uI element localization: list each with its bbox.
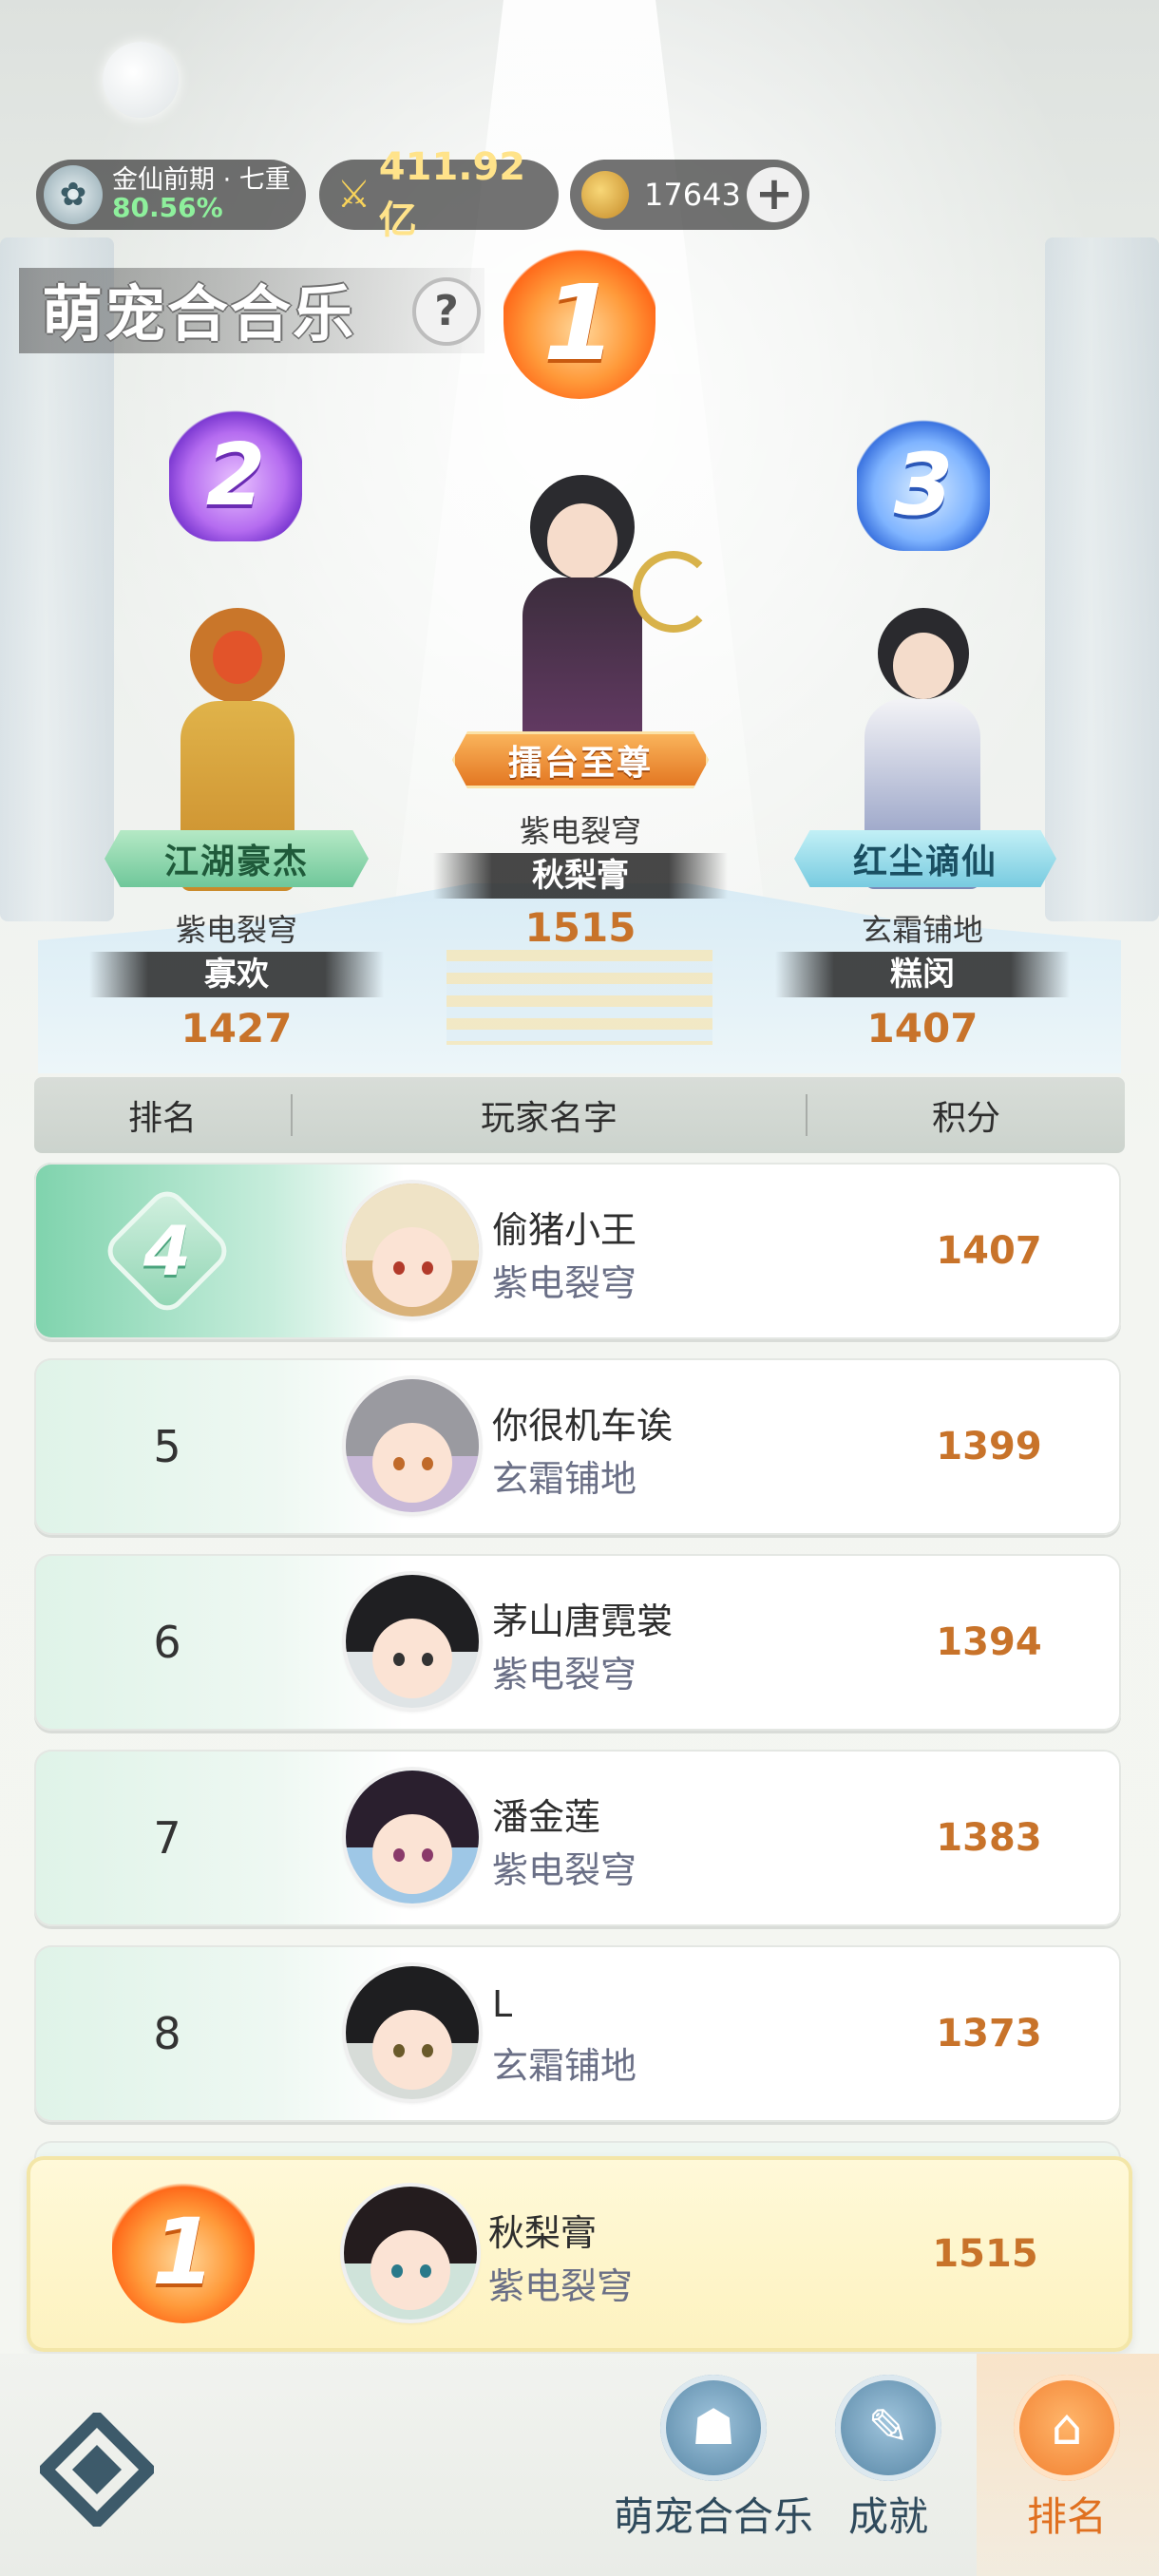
rank-3-score: 1407 — [866, 1005, 978, 1051]
rank-2-score: 1427 — [180, 1005, 293, 1051]
page-title: 萌宠合合乐 — [42, 280, 355, 350]
row-rank: 6 — [153, 1617, 181, 1668]
tab-achievements[interactable]: ✎ 成就 — [817, 2375, 960, 2543]
avatar[interactable] — [346, 1575, 479, 1708]
row-rank: 7 — [153, 1812, 181, 1864]
moon-orb — [103, 42, 179, 118]
currency-amount: 17643 — [644, 177, 741, 213]
avatar[interactable] — [346, 1966, 479, 2099]
table-row[interactable]: 8 L 玄霜铺地 1373 — [34, 1945, 1121, 2122]
rank-1-character[interactable] — [475, 465, 714, 769]
rank-3-title-ribbon: 红尘谪仙 — [794, 830, 1056, 887]
row-rank: 4 — [34, 1163, 300, 1339]
back-diamond-icon[interactable] — [40, 2413, 154, 2527]
player-server: 紫电裂穹 — [492, 1262, 637, 1304]
pillar-right — [1045, 237, 1159, 921]
rank-2-badge: 2 — [169, 408, 302, 541]
player-name: 你很机车诶 — [492, 1405, 674, 1447]
rank-1-badge: 1 — [504, 247, 656, 399]
rank-1-server: 紫电裂穹 — [519, 813, 641, 849]
avatar[interactable] — [346, 1184, 479, 1316]
player-server: 紫电裂穹 — [492, 1849, 637, 1891]
currency-chip[interactable]: 17643 + — [570, 160, 809, 230]
header-score: 积分 — [931, 1099, 1000, 1138]
palace-icon: ⌂ — [1014, 2375, 1120, 2481]
player-name: 茅山唐霓裳 — [492, 1601, 674, 1642]
help-button[interactable]: ? — [412, 277, 481, 346]
header-player: 玩家名字 — [480, 1099, 618, 1138]
rank-2-server: 紫电裂穹 — [175, 912, 297, 948]
rank-1-score: 1515 — [524, 904, 636, 951]
my-player-name: 秋梨膏 — [488, 2212, 598, 2254]
player-name: 偷猪小王 — [492, 1209, 637, 1251]
rank-2-name: 寡欢 — [89, 952, 384, 997]
table-row[interactable]: 7 潘金莲 紫电裂穹 1383 — [34, 1750, 1121, 1926]
mask-icon: ☗ — [660, 2375, 767, 2481]
combat-power-chip[interactable]: ⚔ 411.92亿 — [319, 145, 559, 242]
my-player-server: 紫电裂穹 — [488, 2265, 634, 2307]
player-score: 1383 — [936, 1816, 1042, 1860]
table-row[interactable]: 5 你很机车诶 玄霜铺地 1399 — [34, 1358, 1121, 1535]
row-rank: 5 — [153, 1421, 181, 1472]
rank-1-name: 秋梨膏 — [433, 853, 728, 899]
rank-3-server: 玄霜铺地 — [861, 912, 983, 948]
rank-1-title-ribbon: 擂台至尊 — [452, 731, 709, 788]
tab-label: 成就 — [847, 2493, 928, 2540]
player-score: 1399 — [936, 1425, 1042, 1468]
spirit-stone-icon — [581, 171, 629, 218]
player-server: 玄霜铺地 — [492, 1458, 637, 1500]
player-name: L — [492, 1983, 513, 2025]
my-player-score: 1515 — [932, 2232, 1038, 2276]
realm-emblem-icon: ✿ — [44, 165, 103, 224]
realm-chip[interactable]: ✿ 金仙前期 · 七重 80.56% — [36, 160, 306, 230]
ranking-table-header: 排名 玩家名字 积分 — [34, 1077, 1125, 1153]
rank-2-title-ribbon: 江湖豪杰 — [104, 830, 369, 887]
combat-power-value: 411.92亿 — [378, 145, 526, 242]
avatar[interactable] — [346, 1379, 479, 1512]
rank-3-name: 糕闵 — [775, 952, 1070, 997]
rank-3-badge: 3 — [857, 418, 990, 551]
player-server: 紫电裂穹 — [492, 1654, 637, 1695]
player-score: 1394 — [936, 1620, 1042, 1664]
tab-ranking[interactable]: ⌂ 排名 — [996, 2375, 1138, 2543]
player-name: 潘金莲 — [492, 1796, 601, 1838]
my-rank-badge: 1 — [112, 2181, 255, 2323]
tab-pet-game[interactable]: ☗ 萌宠合合乐 — [614, 2375, 813, 2543]
tab-label: 排名 — [1026, 2493, 1107, 2540]
table-row[interactable]: 4 偷猪小王 紫电裂穹 1407 — [34, 1163, 1121, 1339]
podium-steps — [446, 950, 712, 1045]
realm-progress: 80.56% — [112, 192, 223, 224]
my-avatar[interactable] — [344, 2187, 477, 2320]
tab-label: 萌宠合合乐 — [614, 2493, 814, 2540]
avatar[interactable] — [346, 1771, 479, 1904]
realm-name: 金仙前期 · 七重 — [112, 165, 291, 196]
player-score: 1407 — [936, 1229, 1042, 1273]
header-rank: 排名 — [127, 1099, 197, 1138]
add-currency-button[interactable]: + — [747, 167, 802, 222]
row-rank: 8 — [153, 2008, 181, 2059]
rank-4-badge: 4 — [100, 1184, 235, 1318]
player-score: 1373 — [936, 2012, 1042, 2055]
my-rank-row[interactable]: 1 秋梨膏 紫电裂穹 1515 — [27, 2156, 1132, 2352]
scroll-icon: ✎ — [835, 2375, 941, 2481]
table-row[interactable]: 6 茅山唐霓裳 紫电裂穹 1394 — [34, 1554, 1121, 1731]
player-server: 玄霜铺地 — [492, 2045, 637, 2087]
crossed-swords-icon: ⚔ — [336, 173, 371, 217]
